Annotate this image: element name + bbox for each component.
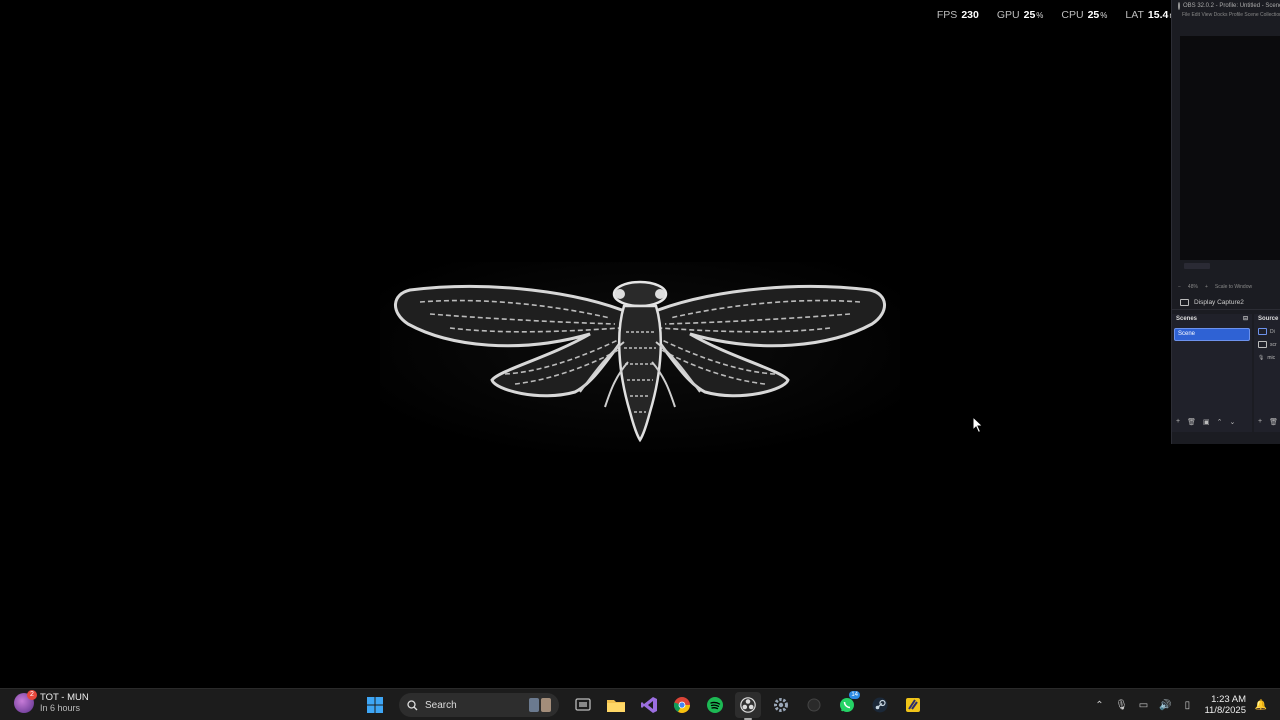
whatsapp-icon: [840, 698, 854, 712]
scenes-header: Scenes: [1176, 316, 1198, 322]
mic-icon: 🎙: [1258, 354, 1265, 361]
add-scene-button[interactable]: +: [1176, 418, 1180, 426]
taskbar-apps: Search 14: [362, 691, 926, 720]
obs-title-text: OBS 32.0.2 - Profile: Untitled - Scenes: [1183, 3, 1280, 9]
clock-time: 1:23 AM: [1211, 694, 1246, 705]
cpu-readout: CPU 25%: [1061, 9, 1108, 21]
chrome-icon: [674, 697, 690, 713]
steam-button[interactable]: [867, 692, 893, 718]
battery-icon[interactable]: ▯: [1180, 698, 1194, 712]
scenes-toolbar: + 🗑 ▣ ⌃ ⌄: [1176, 418, 1235, 426]
sources-toolbar: + 🗑: [1258, 418, 1278, 426]
mouse-cursor-icon: [972, 416, 984, 434]
widget-title: TOT - MUN: [40, 692, 89, 703]
source-item[interactable]: scr: [1254, 338, 1280, 351]
task-view-icon: [575, 698, 591, 711]
scenes-dock: Scenes ⊟ Scene + 🗑 ▣ ⌃ ⌄: [1172, 314, 1252, 432]
fps-readout: FPS 230: [936, 9, 979, 21]
app-icon: [807, 698, 821, 712]
scene-item[interactable]: Scene: [1174, 328, 1250, 341]
obs-zoom-bar: − 48% + Scale to Window: [1172, 281, 1280, 293]
taskbar: 2 TOT - MUN In 6 hours Search 14 ⌃ 🎙 ▭ 🔊…: [0, 688, 1280, 720]
taskbar-search[interactable]: Search: [399, 693, 559, 717]
task-view-button[interactable]: [570, 692, 596, 718]
spotify-button[interactable]: [702, 692, 728, 718]
obs-title-bar[interactable]: OBS 32.0.2 - Profile: Untitled - Scenes: [1172, 0, 1280, 12]
whatsapp-badge: 14: [849, 691, 860, 699]
monitor-icon: [1258, 328, 1267, 335]
move-up-button[interactable]: ⌃: [1217, 418, 1223, 426]
obs-icon: [740, 697, 756, 713]
selected-source-name: Display Capture2: [1194, 299, 1244, 306]
obs-window[interactable]: OBS 32.0.2 - Profile: Untitled - Scenes …: [1171, 0, 1280, 444]
move-down-button[interactable]: ⌄: [1229, 418, 1235, 426]
remove-scene-button[interactable]: 🗑: [1187, 418, 1196, 426]
file-explorer-icon: [607, 700, 625, 712]
clock[interactable]: 1:23 AM 11/8/2025: [1204, 694, 1246, 716]
app-button[interactable]: [801, 692, 827, 718]
scene-filter-button[interactable]: ▣: [1203, 418, 1210, 426]
performance-overlay: FPS230 GPU25% CPU25% LAT15.4ms: [937, 9, 1180, 21]
spotify-icon: [707, 697, 723, 713]
dock-options-icon[interactable]: ⊟: [1243, 314, 1248, 325]
app-icon-2: [906, 698, 920, 712]
widget-subtitle: In 6 hours: [40, 703, 81, 713]
app-button-2[interactable]: [900, 692, 926, 718]
search-label: Search: [425, 699, 457, 711]
weather-widget[interactable]: 2 TOT - MUN In 6 hours: [14, 690, 89, 714]
source-item[interactable]: 🎙 mic: [1254, 351, 1280, 364]
visual-studio-button[interactable]: [636, 692, 662, 718]
gpu-readout: GPU 25%: [996, 9, 1044, 21]
system-tray: ⌃ 🎙 ▭ 🔊 ▯ 1:23 AM 11/8/2025 🔔: [1092, 691, 1268, 719]
obs-docks: Scenes ⊟ Scene + 🗑 ▣ ⌃ ⌄ Source Di scr 🎙 m…: [1172, 314, 1280, 432]
settings-button[interactable]: [768, 692, 794, 718]
chevron-up-icon[interactable]: ⌃: [1092, 698, 1106, 712]
sources-header: Source: [1258, 316, 1279, 322]
remove-source-button[interactable]: 🗑: [1269, 418, 1278, 426]
network-icon[interactable]: ▭: [1136, 698, 1150, 712]
obs-menu-bar[interactable]: File Edit View Docks Profile Scene Colle…: [1172, 12, 1280, 22]
start-button[interactable]: [362, 692, 388, 718]
obs-preview[interactable]: [1180, 36, 1280, 269]
steam-icon: [872, 697, 888, 713]
settings-icon: [774, 698, 788, 712]
cicada-wallpaper: [380, 262, 900, 452]
chrome-button[interactable]: [669, 692, 695, 718]
clock-date: 11/8/2025: [1204, 705, 1246, 716]
whatsapp-button[interactable]: 14: [834, 691, 860, 718]
monitor-icon: [1258, 341, 1267, 348]
widget-badge: 2: [27, 690, 37, 700]
zoom-in-button[interactable]: +: [1205, 284, 1208, 290]
obs-button[interactable]: [735, 692, 761, 720]
notification-icon[interactable]: 🔔: [1254, 698, 1268, 712]
monitor-icon: [1180, 299, 1189, 306]
sources-dock: Source Di scr 🎙 mic + 🗑: [1254, 314, 1280, 432]
visual-studio-icon: [641, 697, 657, 713]
volume-icon[interactable]: 🔊: [1158, 698, 1172, 712]
widget-icon: 2: [14, 690, 37, 713]
file-explorer-button[interactable]: [603, 692, 629, 718]
microphone-icon[interactable]: 🎙: [1114, 698, 1128, 712]
selected-source-bar: Display Capture2: [1172, 296, 1280, 310]
source-item[interactable]: Di: [1254, 325, 1280, 338]
zoom-out-button[interactable]: −: [1178, 284, 1181, 290]
windows-icon: [367, 697, 383, 713]
preview-thumbnail: [1184, 263, 1210, 269]
search-icon: [407, 699, 418, 710]
zoom-level: 48%: [1187, 284, 1198, 290]
desktop: FPS230 GPU25% CPU25% LAT15.4ms OBS 32.0.…: [0, 0, 1280, 688]
add-source-button[interactable]: +: [1258, 418, 1262, 426]
obs-logo-icon: [1178, 2, 1180, 10]
search-highlight-icon: [529, 698, 551, 712]
scale-mode[interactable]: Scale to Window: [1215, 284, 1252, 290]
